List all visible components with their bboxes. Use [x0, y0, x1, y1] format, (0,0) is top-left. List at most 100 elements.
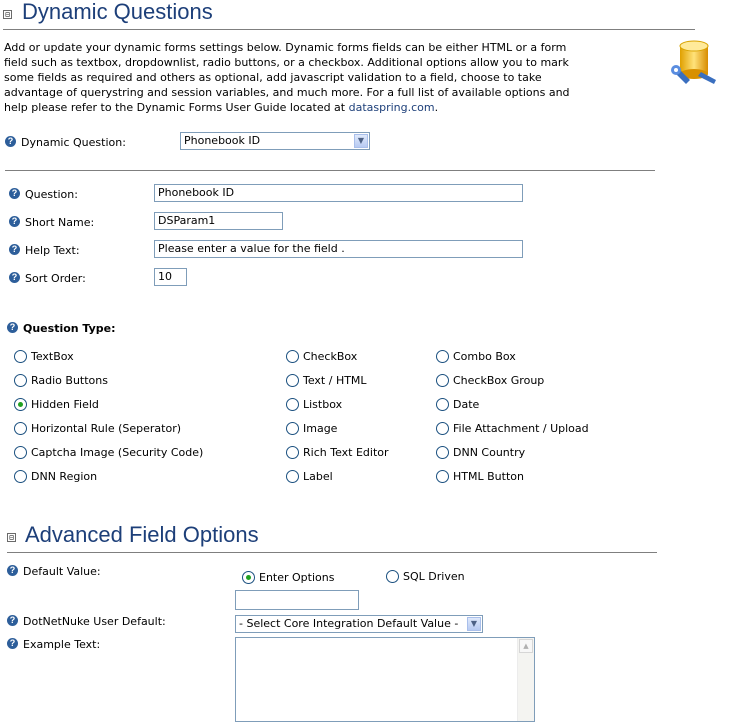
option-label: Listbox: [303, 398, 343, 411]
dynamic-question-select[interactable]: Phonebook ID ▼: [180, 132, 370, 150]
radio-option-html-button[interactable]: HTML Button: [436, 469, 524, 484]
radio-button[interactable]: [14, 373, 27, 387]
option-label: Enter Options: [259, 571, 335, 584]
radio-button[interactable]: [286, 397, 299, 411]
option-label: Date: [453, 398, 480, 411]
radio-button-selected[interactable]: [14, 397, 27, 411]
radio-option-captcha-image[interactable]: Captcha Image (Security Code): [14, 445, 204, 460]
radio-button[interactable]: [286, 373, 299, 387]
radio-button[interactable]: [436, 373, 449, 387]
radio-button[interactable]: [386, 569, 399, 583]
help-icon[interactable]: ?: [7, 615, 18, 626]
option-label: CheckBox: [303, 350, 358, 363]
help-text-label: Help Text:: [25, 244, 80, 257]
collapse-icon[interactable]: ⊟: [3, 10, 12, 19]
radio-option-enter-options[interactable]: Enter Options: [242, 570, 335, 585]
database-settings-icon: [671, 40, 716, 84]
divider: [5, 170, 655, 171]
radio-option-horizontal-rule[interactable]: Horizontal Rule (Seperator): [14, 421, 182, 436]
dnn-user-default-select[interactable]: - Select Core Integration Default Value …: [235, 615, 483, 633]
radio-option-sql-driven[interactable]: SQL Driven: [386, 569, 465, 584]
option-label: File Attachment / Upload: [453, 422, 589, 435]
radio-option-image[interactable]: Image: [286, 421, 338, 436]
radio-option-dnn-region[interactable]: DNN Region: [14, 469, 97, 484]
option-label: TextBox: [31, 350, 74, 363]
radio-button[interactable]: [14, 445, 27, 459]
radio-button[interactable]: [286, 421, 299, 435]
option-label: DNN Country: [453, 446, 526, 459]
radio-option-checkbox[interactable]: CheckBox: [286, 349, 358, 364]
help-icon[interactable]: ?: [9, 272, 20, 283]
short-name-label: Short Name:: [25, 216, 95, 229]
option-label: Text / HTML: [303, 374, 367, 387]
radio-button[interactable]: [14, 349, 27, 363]
divider: [3, 29, 695, 30]
radio-button[interactable]: [436, 397, 449, 411]
option-label: Horizontal Rule (Seperator): [31, 422, 182, 435]
option-label: Hidden Field: [31, 398, 99, 411]
option-label: Captcha Image (Security Code): [31, 446, 204, 459]
divider: [7, 552, 657, 553]
radio-button[interactable]: [14, 421, 27, 435]
radio-button[interactable]: [436, 469, 449, 483]
option-label: Rich Text Editor: [303, 446, 389, 459]
option-label: Radio Buttons: [31, 374, 108, 387]
radio-option-hidden-field[interactable]: Hidden Field: [14, 397, 99, 412]
help-icon[interactable]: ?: [7, 322, 18, 333]
radio-option-listbox[interactable]: Listbox: [286, 397, 343, 412]
radio-button[interactable]: [436, 421, 449, 435]
section-title-advanced: Advanced Field Options: [25, 522, 259, 547]
help-text-input[interactable]: Please enter a value for the field .: [154, 240, 523, 258]
description-text: .: [434, 101, 439, 114]
radio-option-file-attachment[interactable]: File Attachment / Upload: [436, 421, 589, 436]
option-label: HTML Button: [453, 470, 524, 483]
help-icon[interactable]: ?: [7, 565, 18, 576]
sort-order-label: Sort Order:: [25, 272, 86, 285]
help-icon[interactable]: ?: [7, 638, 18, 649]
radio-button[interactable]: [14, 469, 27, 483]
collapse-icon[interactable]: ⊟: [7, 533, 16, 542]
radio-button[interactable]: [286, 445, 299, 459]
description-line: field such as textbox, dropdownlist, rad…: [4, 56, 569, 69]
radio-button-selected[interactable]: [242, 570, 255, 584]
radio-option-radio-buttons[interactable]: Radio Buttons: [14, 373, 108, 388]
option-label: Label: [303, 470, 333, 483]
question-input[interactable]: Phonebook ID: [154, 184, 523, 202]
dnn-user-default-label: DotNetNuke User Default:: [23, 615, 166, 628]
description-line: Add or update your dynamic forms setting…: [4, 41, 567, 54]
radio-option-text-html[interactable]: Text / HTML: [286, 373, 367, 388]
page-title: Dynamic Questions: [22, 0, 213, 24]
help-icon[interactable]: ?: [9, 244, 20, 255]
option-label: Image: [303, 422, 338, 435]
radio-option-textbox[interactable]: TextBox: [14, 349, 74, 364]
radio-option-checkbox-group[interactable]: CheckBox Group: [436, 373, 545, 388]
radio-option-combo-box[interactable]: Combo Box: [436, 349, 516, 364]
help-icon[interactable]: ?: [9, 188, 20, 199]
default-value-input[interactable]: [235, 590, 359, 610]
user-guide-link[interactable]: dataspring.com: [349, 101, 435, 114]
default-value-label: Default Value:: [23, 565, 101, 578]
radio-option-date[interactable]: Date: [436, 397, 480, 412]
short-name-input[interactable]: DSParam1: [154, 212, 283, 230]
chevron-down-icon: ▼: [354, 134, 368, 148]
option-label: CheckBox Group: [453, 374, 545, 387]
radio-option-label[interactable]: Label: [286, 469, 333, 484]
radio-option-rich-text-editor[interactable]: Rich Text Editor: [286, 445, 389, 460]
radio-button[interactable]: [436, 445, 449, 459]
vertical-scrollbar[interactable]: ▲: [517, 638, 534, 721]
help-icon[interactable]: ?: [5, 136, 16, 147]
description-line: help please refer to the Dynamic Forms U…: [4, 100, 644, 115]
chevron-down-icon: ▼: [467, 617, 481, 631]
question-type-label: Question Type:: [23, 322, 116, 335]
radio-button[interactable]: [286, 469, 299, 483]
radio-option-dnn-country[interactable]: DNN Country: [436, 445, 526, 460]
description-text: help please refer to the Dynamic Forms U…: [4, 101, 349, 114]
radio-button[interactable]: [286, 349, 299, 363]
dynamic-question-label: Dynamic Question:: [21, 136, 126, 149]
help-icon[interactable]: ?: [9, 216, 20, 227]
option-label: SQL Driven: [403, 570, 465, 583]
sort-order-input[interactable]: 10: [154, 268, 187, 286]
example-text-textarea[interactable]: ▲: [235, 637, 535, 722]
radio-button[interactable]: [436, 349, 449, 363]
scroll-up-icon[interactable]: ▲: [519, 639, 533, 653]
